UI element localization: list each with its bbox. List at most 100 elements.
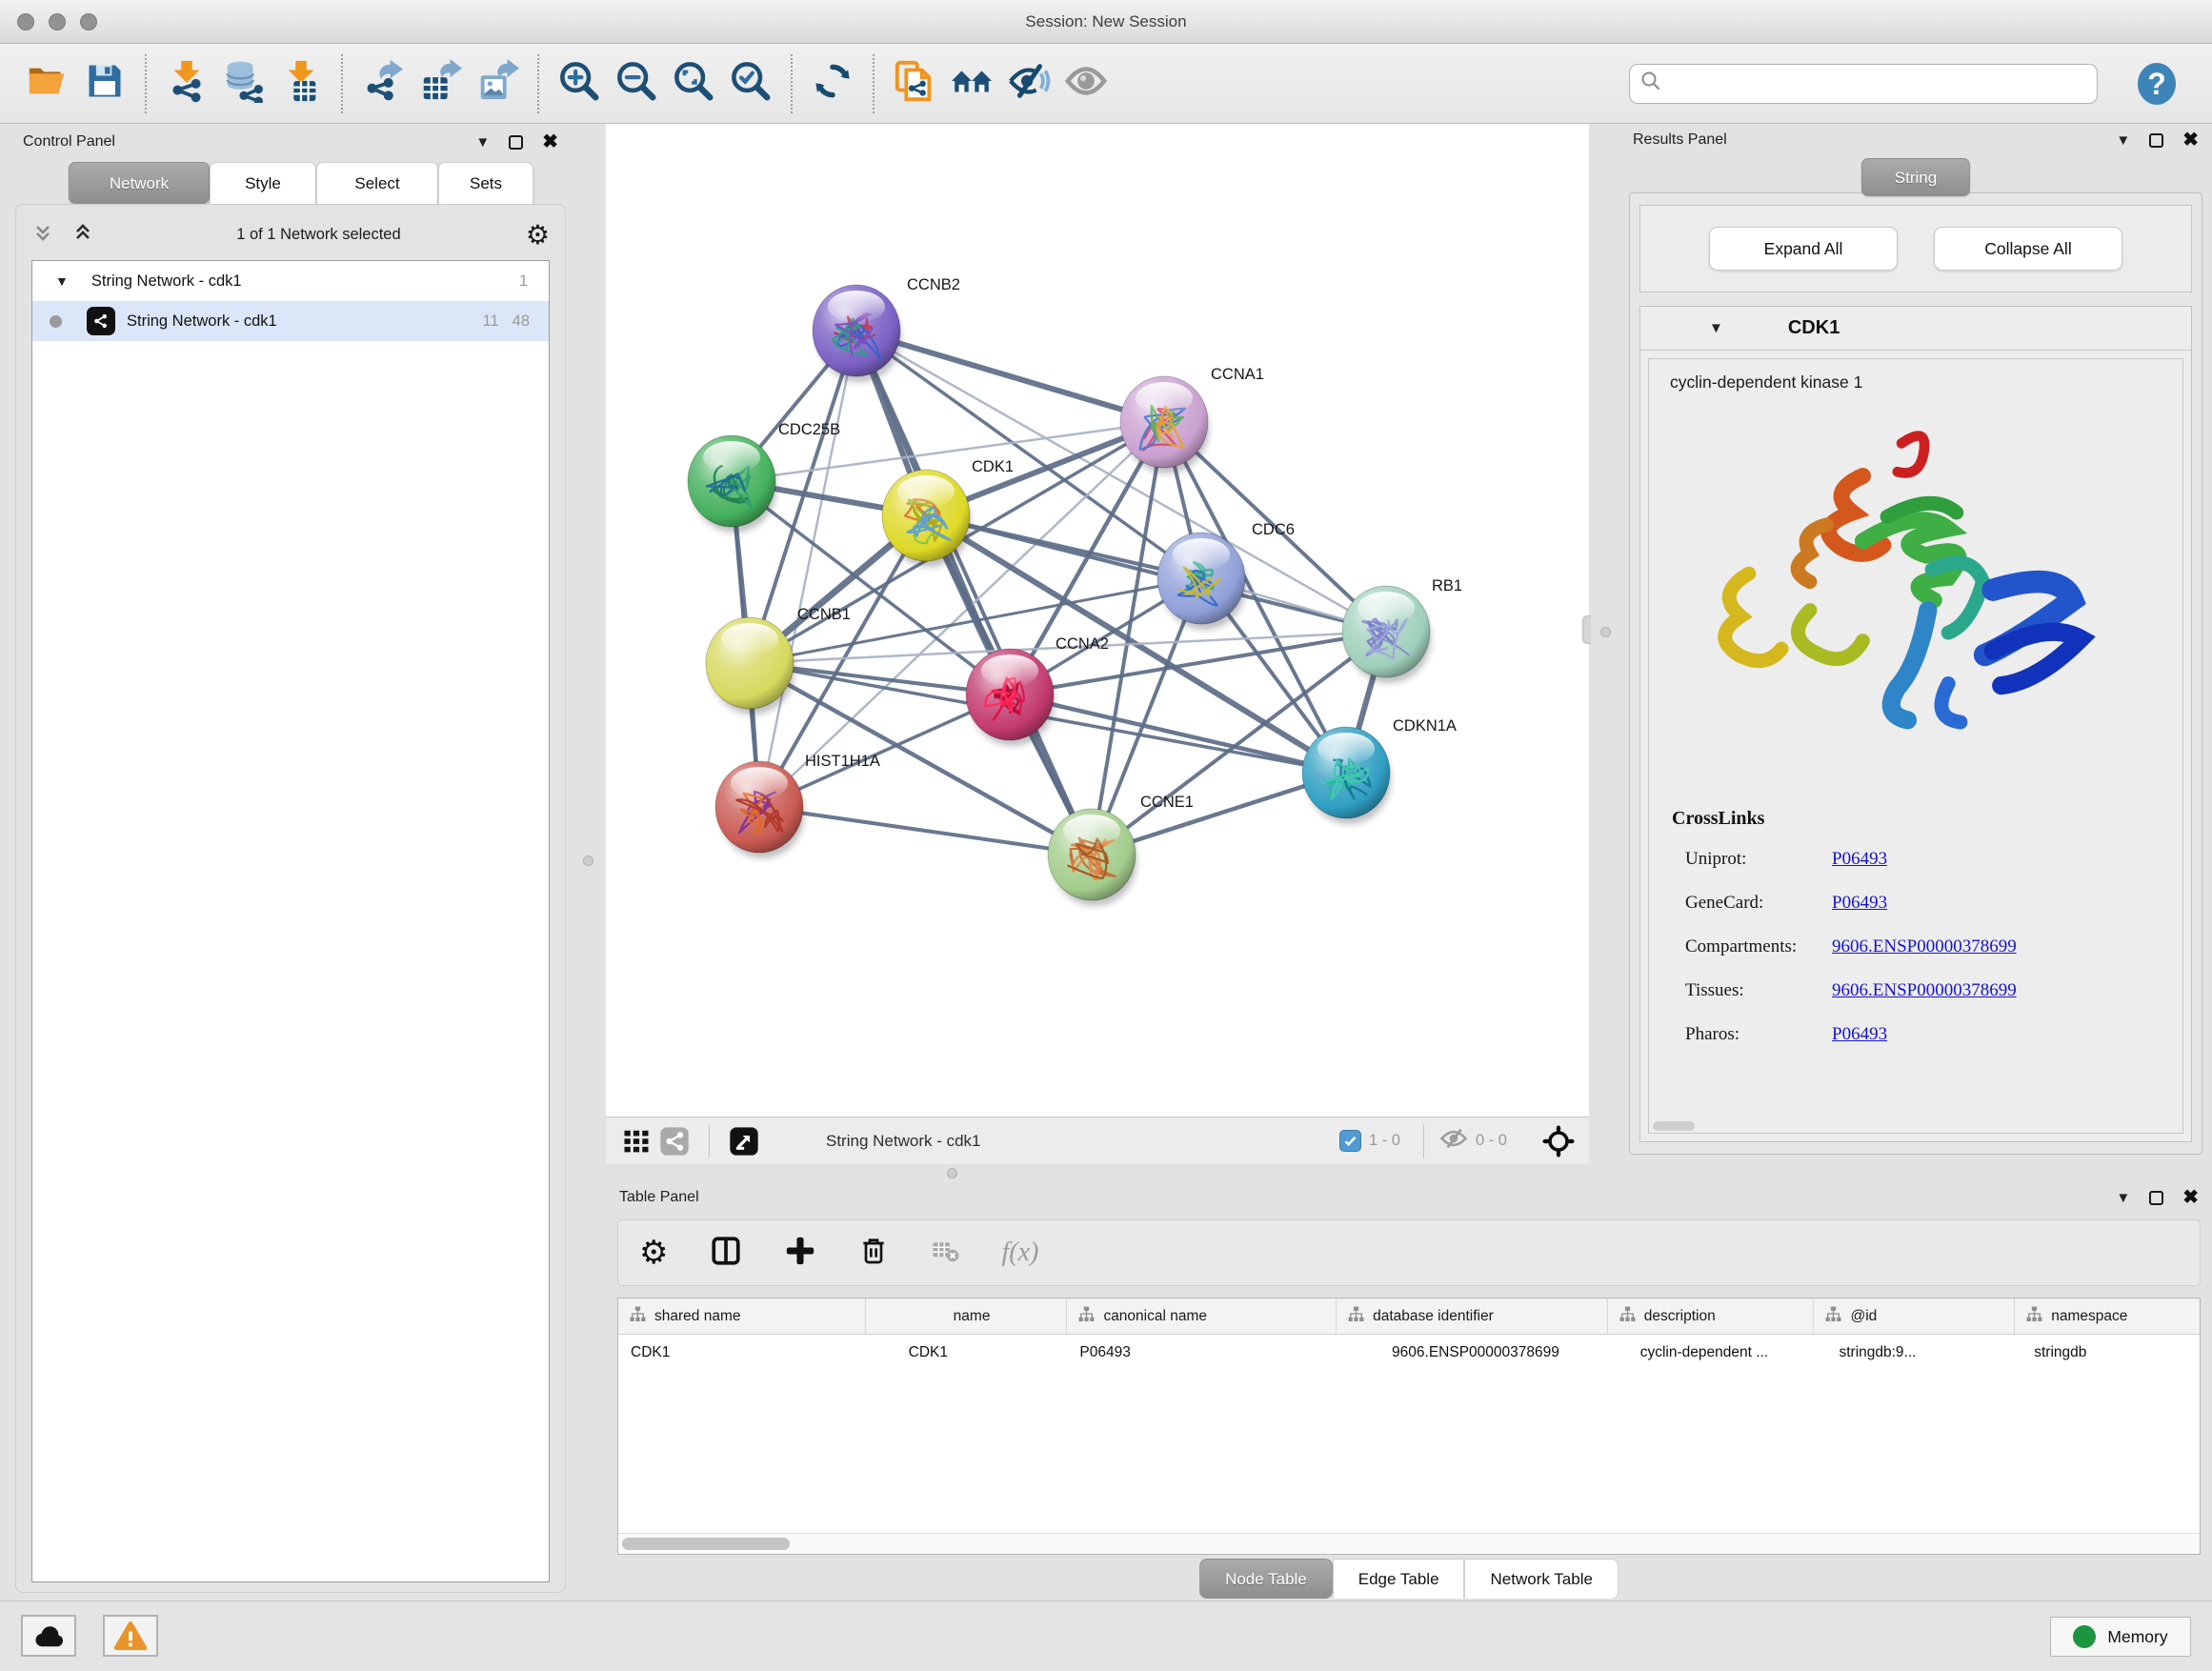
network-edge-HIST1H1A-CCNE1[interactable] [759, 807, 1092, 855]
table-hscrollbar[interactable] [618, 1533, 2200, 1554]
horizontal-splitter-handle[interactable] [947, 1168, 957, 1178]
tab-network-table[interactable]: Network Table [1465, 1559, 1619, 1599]
table-settings-gear-icon[interactable]: ⚙ [639, 1237, 668, 1269]
string-home-button[interactable] [947, 57, 996, 111]
tab-network[interactable]: Network [69, 162, 210, 204]
cell-name[interactable]: CDK1 [866, 1335, 1068, 1371]
vertical-splitter-handle[interactable] [583, 856, 593, 866]
show-grid-icon[interactable] [617, 1123, 655, 1159]
expand-all-button[interactable]: Expand All [1709, 227, 1898, 271]
column-header-name[interactable]: name [866, 1299, 1068, 1334]
cell-database-identifier[interactable]: 9606.ENSP00000378699 [1337, 1335, 1608, 1371]
collection-expand-icon[interactable]: ▼ [55, 274, 69, 288]
network-node-CCNA1[interactable]: CCNA1 [1120, 366, 1264, 473]
network-share-icon[interactable] [655, 1123, 694, 1159]
network-edge-CCNB2-CCNA1[interactable] [856, 331, 1164, 422]
export-network-button[interactable] [358, 57, 408, 111]
close-panel-icon[interactable]: ✖ [2182, 1188, 2199, 1207]
selected-checkbox-icon[interactable] [1339, 1130, 1361, 1152]
cell-id[interactable]: stringdb:9... [1814, 1335, 2015, 1371]
close-window-button[interactable] [17, 13, 34, 30]
tab-node-table[interactable]: Node Table [1199, 1559, 1333, 1599]
help-button[interactable]: ? [2134, 61, 2180, 107]
column-header-id[interactable]: @id [1814, 1299, 2015, 1334]
warning-button[interactable] [103, 1615, 158, 1657]
network-item-row[interactable]: String Network - cdk1 11 48 [32, 301, 549, 341]
open-in-new-window-icon[interactable] [725, 1123, 763, 1159]
network-options-gear-icon[interactable]: ⚙ [526, 219, 550, 251]
zoom-in-button[interactable] [554, 57, 604, 111]
uniprot-link[interactable]: P06493 [1832, 849, 1887, 870]
results-hscrollbar-thumb[interactable] [1653, 1121, 1695, 1131]
network-node-HIST1H1A[interactable]: HIST1H1A [715, 753, 880, 858]
column-header-database-identifier[interactable]: database identifier [1337, 1299, 1608, 1334]
column-header-description[interactable]: description [1608, 1299, 1815, 1334]
string-network-graph[interactable]: CCNB2CCNA1CDC25BCDK1CDC6RB1CCNB1CCNA2CDK… [606, 124, 1589, 1117]
open-session-button[interactable] [23, 57, 72, 111]
show-all-button[interactable] [1061, 57, 1111, 111]
column-header-shared-name[interactable]: shared name [618, 1299, 866, 1334]
import-network-button[interactable] [162, 57, 211, 111]
close-panel-icon[interactable]: ✖ [2182, 131, 2199, 150]
add-column-icon[interactable] [784, 1235, 816, 1272]
cell-namespace[interactable]: stringdb [2015, 1335, 2200, 1371]
network-view-canvas[interactable]: CCNB2CCNA1CDC25BCDK1CDC6RB1CCNB1CCNA2CDK… [606, 124, 1589, 1117]
pharos-link[interactable]: P06493 [1832, 1024, 1887, 1045]
panel-menu-icon[interactable]: ▼ [475, 135, 490, 150]
minimize-window-button[interactable] [49, 13, 66, 30]
birdseye-crosshair-icon[interactable] [1539, 1123, 1578, 1159]
network-node-CDKN1A[interactable]: CDKN1A [1302, 717, 1457, 824]
close-panel-icon[interactable]: ✖ [542, 132, 558, 151]
cloud-status-button[interactable] [21, 1615, 76, 1657]
float-panel-icon[interactable] [509, 135, 523, 150]
delete-column-trash-icon[interactable] [858, 1236, 889, 1271]
network-edge-CDK1-RB1[interactable] [926, 515, 1386, 632]
hide-selected-button[interactable] [1004, 57, 1054, 111]
section-collapse-icon[interactable]: ▼ [1709, 321, 1723, 335]
table-row[interactable]: CDK1 CDK1 P06493 9606.ENSP00000378699 cy… [618, 1335, 2200, 1371]
cell-shared-name[interactable]: CDK1 [618, 1335, 866, 1371]
network-node-RB1[interactable]: RB1 [1342, 577, 1462, 683]
zoom-selected-button[interactable] [726, 57, 775, 111]
table-hscrollbar-thumb[interactable] [622, 1538, 790, 1550]
tab-select[interactable]: Select [316, 162, 438, 204]
cell-description[interactable]: cyclin-dependent ... [1608, 1335, 1815, 1371]
network-node-CDK1[interactable]: CDK1 [882, 458, 1014, 567]
cell-canonical-name[interactable]: P06493 [1067, 1335, 1337, 1371]
export-image-button[interactable] [473, 57, 522, 111]
search-input[interactable] [1670, 75, 2087, 92]
import-network-from-database-button[interactable] [219, 57, 269, 111]
vertical-splitter-handle[interactable] [1600, 627, 1611, 637]
copy-network-button[interactable] [890, 57, 939, 111]
memory-button[interactable]: Memory [2050, 1617, 2191, 1657]
panel-menu-icon[interactable]: ▼ [2116, 1191, 2130, 1205]
export-table-button[interactable] [415, 57, 465, 111]
tab-sets[interactable]: Sets [438, 162, 533, 204]
maximize-window-button[interactable] [80, 13, 97, 30]
compartments-link[interactable]: 9606.ENSP00000378699 [1832, 936, 2017, 957]
gene-section-header[interactable]: ▼ CDK1 [1640, 307, 2191, 351]
zoom-out-button[interactable] [612, 57, 661, 111]
float-panel-icon[interactable] [2149, 1191, 2163, 1205]
network-node-CCNB2[interactable]: CCNB2 [813, 276, 960, 382]
tissues-link[interactable]: 9606.ENSP00000378699 [1832, 980, 2017, 1001]
network-edge-CCNB2-HIST1H1A[interactable] [759, 331, 856, 807]
tab-edge-table[interactable]: Edge Table [1333, 1559, 1465, 1599]
float-panel-icon[interactable] [2149, 133, 2163, 148]
collapse-all-button[interactable]: Collapse All [1934, 227, 2122, 271]
search-field[interactable] [1629, 64, 2098, 104]
tab-string-results[interactable]: String [1861, 158, 1970, 196]
column-header-canonical-name[interactable]: canonical name [1067, 1299, 1337, 1334]
panel-collapse-handle[interactable] [1582, 615, 1591, 644]
collapse-all-icon[interactable] [31, 221, 54, 249]
show-columns-icon[interactable] [710, 1235, 742, 1272]
network-collection-row[interactable]: ▼ String Network - cdk1 1 [32, 261, 549, 301]
tab-style[interactable]: Style [210, 162, 316, 204]
panel-menu-icon[interactable]: ▼ [2116, 133, 2130, 148]
expand-all-icon[interactable] [71, 221, 94, 249]
import-table-button[interactable] [276, 57, 326, 111]
refresh-button[interactable] [808, 57, 857, 111]
column-header-namespace[interactable]: namespace [2015, 1299, 2200, 1334]
genecard-link[interactable]: P06493 [1832, 893, 1887, 914]
zoom-fit-button[interactable] [669, 57, 718, 111]
